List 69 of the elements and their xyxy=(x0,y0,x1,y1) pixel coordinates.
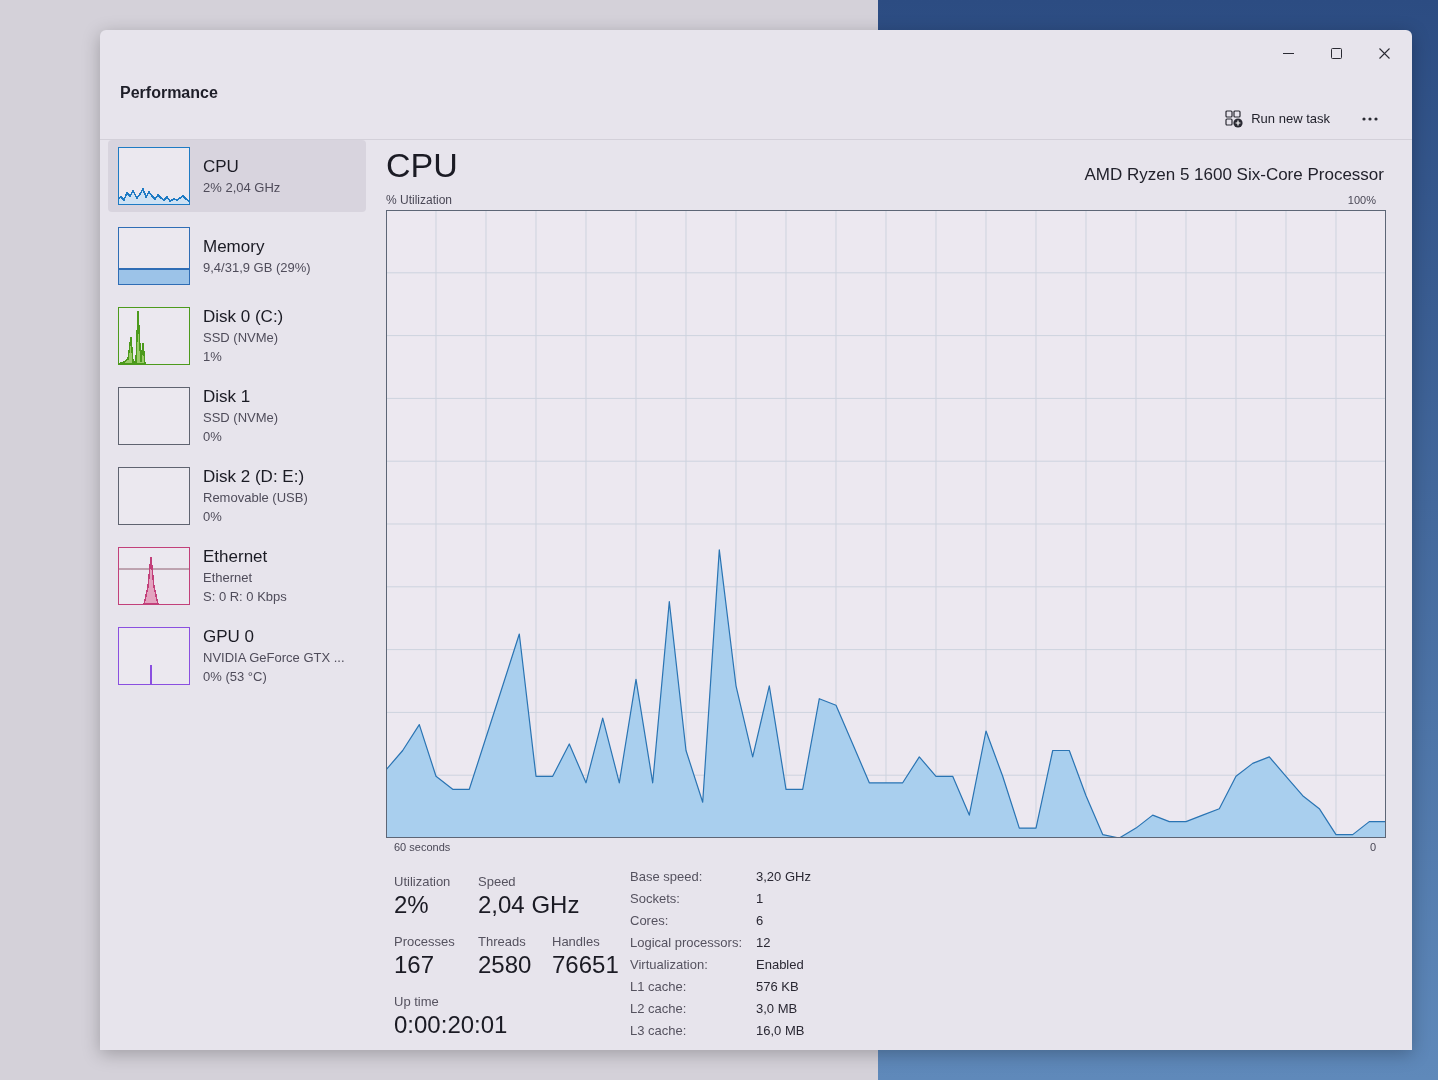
device-detail: 9,4/31,9 GB (29%) xyxy=(203,258,311,277)
device-name: Disk 1 xyxy=(203,386,252,408)
sidebar-item[interactable]: Disk 0 (C:) SSD (NVMe) 1% xyxy=(108,300,366,372)
device-name: Disk 0 (C:) xyxy=(203,306,284,328)
spec-label: L2 cache: xyxy=(630,1000,688,1018)
spec-value: 576 KB xyxy=(756,978,799,996)
stat-value: 167 xyxy=(394,950,435,980)
spec-value: 16,0 MB xyxy=(756,1022,805,1040)
stat-value: 0:00:20:01 xyxy=(394,1010,508,1040)
stat-label: Utilization xyxy=(394,874,451,890)
device-detail: SSD (NVMe) xyxy=(203,409,279,427)
device-detail: SSD (NVMe) xyxy=(203,329,280,347)
spec-label: L3 cache: xyxy=(630,1022,688,1040)
spec-label: L1 cache: xyxy=(630,978,688,996)
device-detail: S: 0 R: 0 Kbps xyxy=(203,588,287,606)
device-detail: 0% (53 °C) xyxy=(203,668,268,686)
device-detail: NVIDIA GeForce GTX ... xyxy=(203,649,345,667)
device-detail: Ethernet xyxy=(203,569,254,587)
spec-value: 3,20 GHz xyxy=(756,868,811,886)
device-name: GPU 0 xyxy=(203,626,256,648)
run-new-task-button[interactable]: Run new task xyxy=(1215,103,1340,135)
spec-label: Virtualization: xyxy=(630,956,709,974)
stat-label: Up time xyxy=(394,994,439,1010)
spec-label: Cores: xyxy=(630,912,670,930)
spec-label: Base speed: xyxy=(630,868,704,886)
spec-value: 12 xyxy=(756,934,771,952)
spec-value: 6 xyxy=(756,912,764,930)
device-detail: 2% 2,04 GHz xyxy=(203,178,281,197)
more-icon xyxy=(1362,117,1378,121)
y-axis-max-label: 100% xyxy=(1347,193,1376,208)
stat-label: Handles xyxy=(552,934,600,950)
stat-value: 76651 xyxy=(552,950,619,980)
sidebar-item[interactable]: GPU 0 NVIDIA GeForce GTX ... 0% (53 °C) xyxy=(108,620,366,692)
device-detail: 1% xyxy=(203,348,223,366)
device-name: Memory xyxy=(203,235,266,258)
close-icon xyxy=(1378,47,1390,59)
stat-label: Processes xyxy=(394,934,455,950)
sidebar-item[interactable]: Ethernet Ethernet S: 0 R: 0 Kbps xyxy=(108,540,366,612)
stat-value: 2580 xyxy=(478,950,532,980)
maximize-icon xyxy=(1330,47,1342,59)
section-title: CPU xyxy=(386,145,458,186)
stat-value: 2% xyxy=(394,890,429,920)
sidebar-item[interactable]: CPU 2% 2,04 GHz xyxy=(108,140,366,212)
y-axis-label: % Utilization xyxy=(386,192,453,208)
app-plus-icon xyxy=(1225,110,1244,128)
device-name: CPU xyxy=(203,155,240,178)
minimize-icon xyxy=(1282,52,1294,54)
device-name: Disk 2 (D: E:) xyxy=(203,466,306,488)
processor-name: AMD Ryzen 5 1600 Six-Core Processor xyxy=(1084,164,1384,186)
usage-graph-thumbnail xyxy=(118,387,190,445)
sidebar-item[interactable]: Disk 1 SSD (NVMe) 0% xyxy=(108,380,366,452)
spec-label: Sockets: xyxy=(630,890,681,908)
stat-value: 2,04 GHz xyxy=(478,890,580,920)
stat-label: Speed xyxy=(478,874,516,890)
spec-value: Enabled xyxy=(756,956,804,974)
spec-value: 1 xyxy=(756,890,764,908)
page-title: Performance xyxy=(120,83,218,103)
stat-label: Threads xyxy=(478,934,526,950)
spec-label: Logical processors: xyxy=(630,934,743,952)
device-detail: Removable (USB) xyxy=(203,489,308,507)
spec-value: 3,0 MB xyxy=(756,1000,798,1018)
device-detail: 0% xyxy=(203,508,223,526)
device-name: Ethernet xyxy=(203,546,269,568)
usage-graph-thumbnail xyxy=(118,467,190,525)
x-axis-label: 60 seconds xyxy=(393,840,451,855)
sidebar-item[interactable]: Memory 9,4/31,9 GB (29%) xyxy=(108,220,366,292)
y-axis-min-label: 0 xyxy=(1369,840,1376,855)
sidebar-item[interactable]: Disk 2 (D: E:) Removable (USB) 0% xyxy=(108,460,366,532)
device-detail: 0% xyxy=(203,428,223,446)
